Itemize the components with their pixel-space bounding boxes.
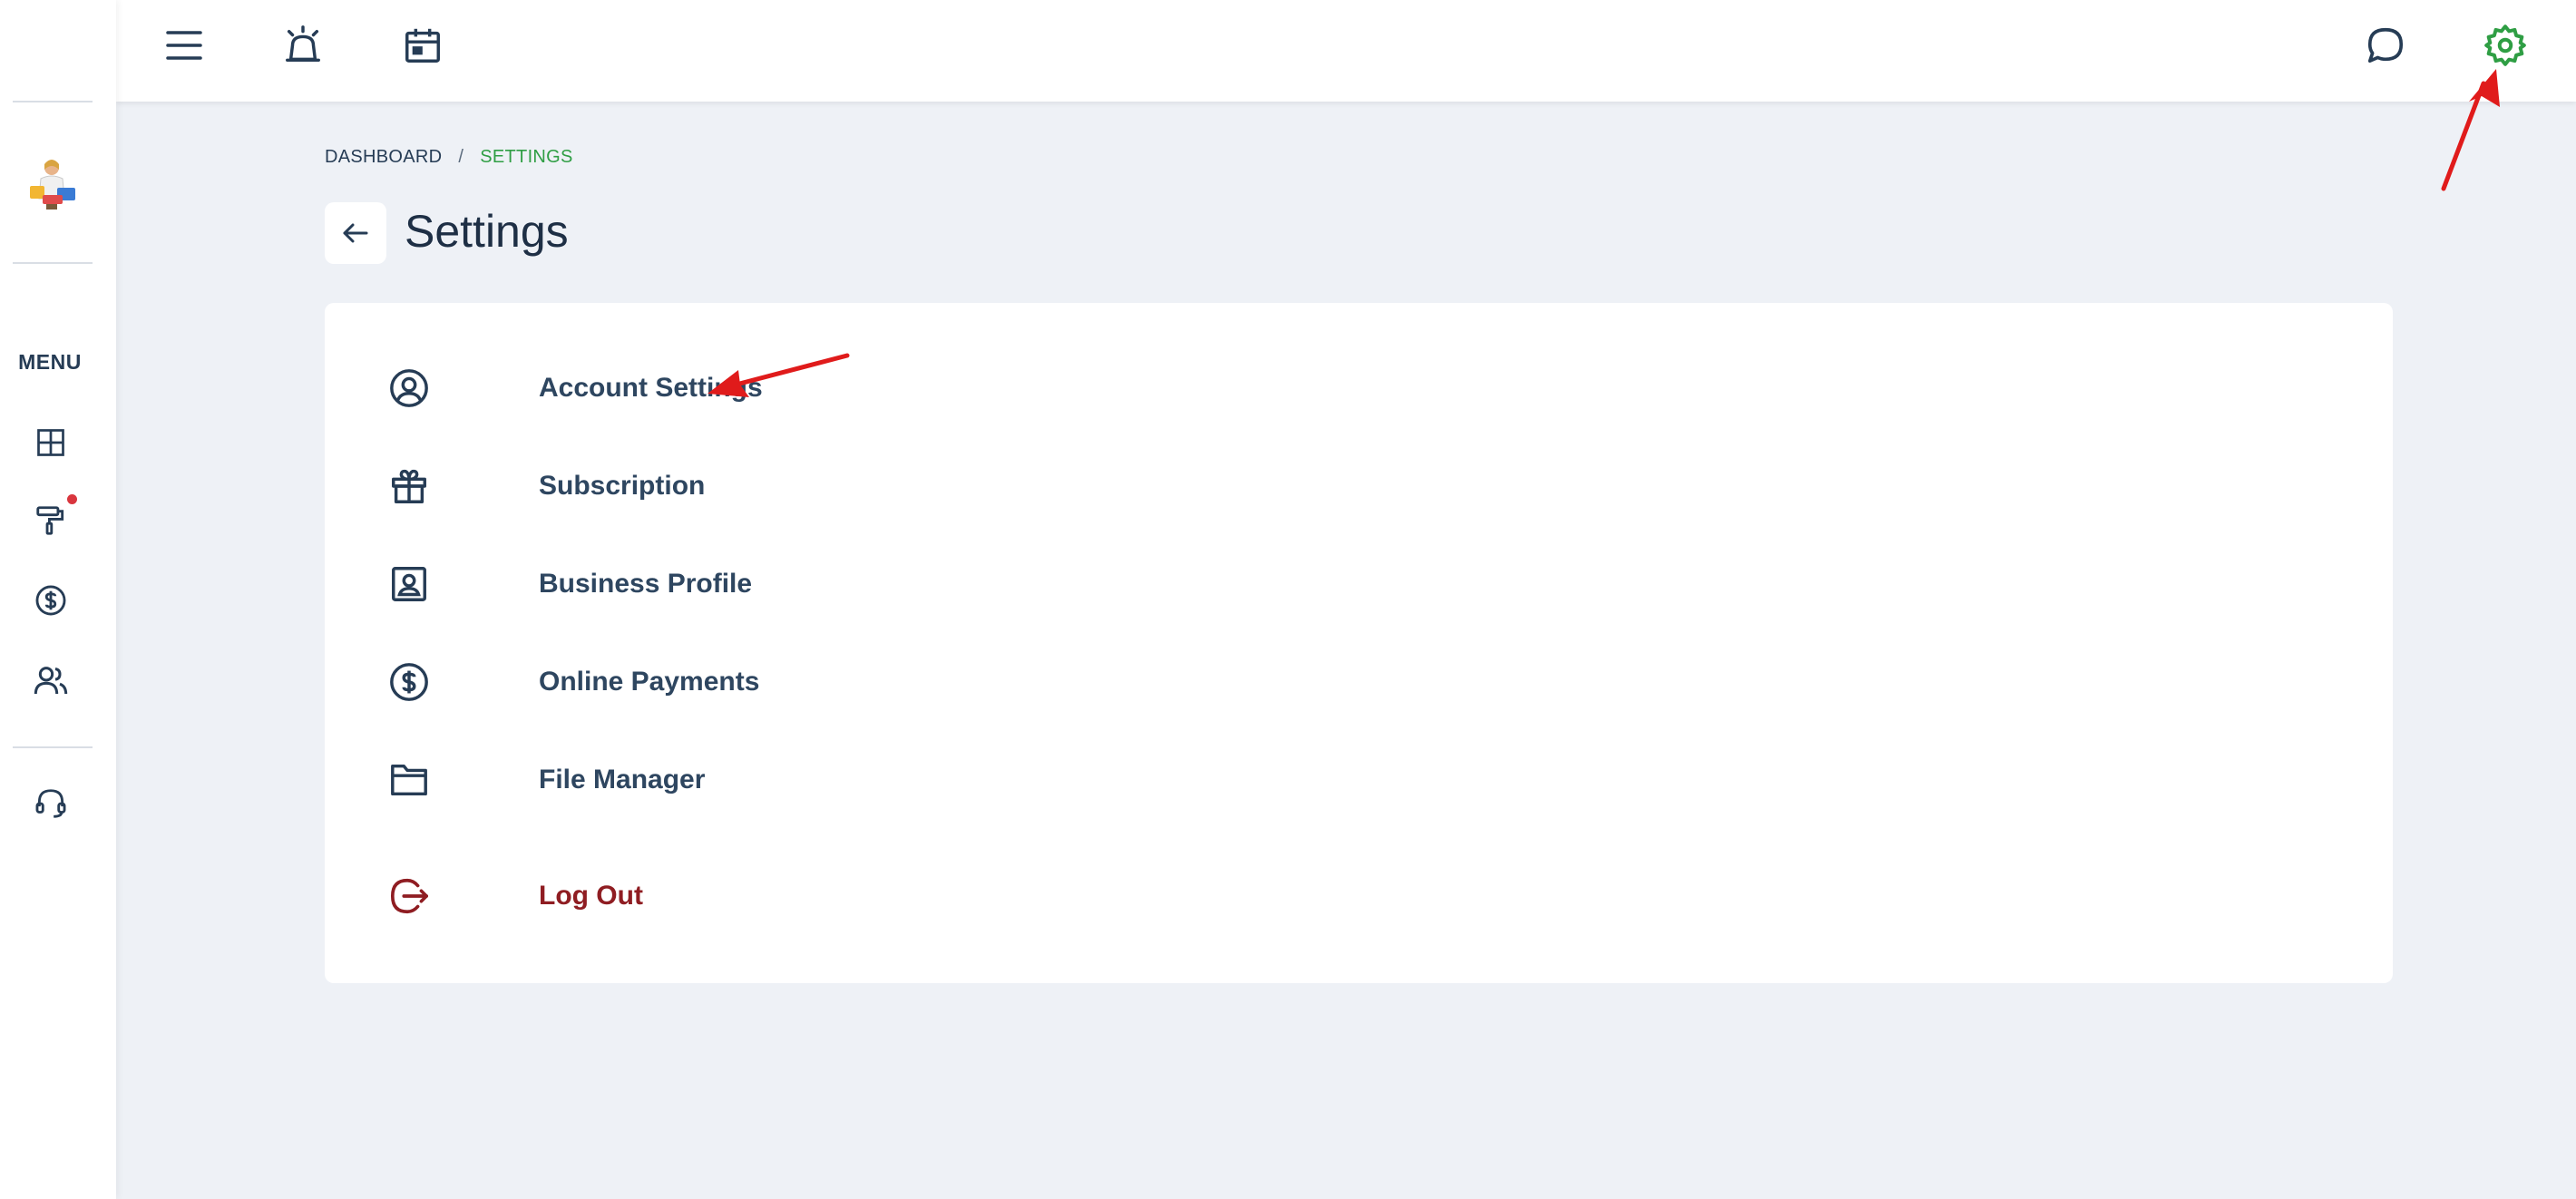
sidebar-item-dashboard[interactable] — [31, 423, 71, 463]
back-button[interactable] — [325, 202, 386, 264]
sidebar-item-payments[interactable] — [31, 580, 71, 620]
arrow-left-icon — [343, 223, 368, 243]
menu-item-label: Online Payments — [539, 667, 760, 697]
folder-icon — [391, 764, 427, 796]
settings-gear-icon — [2484, 24, 2526, 66]
menu-item-account-settings[interactable]: Account Settings — [386, 361, 763, 415]
user-circle-icon — [390, 369, 428, 407]
sidebar-divider — [13, 101, 93, 102]
page-title: Settings — [405, 206, 569, 257]
sidebar-menu-label: MENU — [18, 350, 82, 374]
menu-item-label: Business Profile — [539, 569, 753, 599]
menu-item-subscription[interactable]: Subscription — [386, 459, 705, 513]
sidebar-item-customers[interactable] — [31, 660, 71, 700]
sidebar-item-jobs[interactable] — [31, 501, 71, 541]
hamburger-menu-icon — [166, 31, 202, 60]
profile-card-icon — [392, 567, 426, 601]
chat-button[interactable] — [2360, 20, 2411, 71]
sidebar-divider — [13, 262, 93, 264]
breadcrumb-separator: / — [458, 147, 464, 167]
logout-icon — [390, 878, 428, 914]
breadcrumb-dashboard-link[interactable]: DASHBOARD — [325, 147, 442, 168]
avatar[interactable] — [26, 155, 77, 219]
dollar-circle-icon — [390, 663, 428, 701]
chat-icon — [2367, 27, 2404, 63]
sidebar-divider — [13, 746, 93, 748]
dollar-circle-icon — [35, 585, 66, 616]
menu-item-online-payments[interactable]: Online Payments — [386, 655, 759, 709]
sidebar: MENU — [0, 0, 116, 1199]
gift-icon — [392, 469, 426, 503]
breadcrumb-current: SETTINGS — [480, 147, 573, 167]
menu-item-label: Account Settings — [539, 373, 763, 403]
hamburger-menu-button[interactable] — [159, 20, 210, 71]
breadcrumb: DASHBOARD / SETTINGS — [325, 147, 573, 168]
paint-roller-icon — [36, 506, 64, 535]
menu-item-business-profile[interactable]: Business Profile — [386, 557, 752, 611]
alarm-icon — [286, 25, 320, 63]
settings-button[interactable] — [2480, 20, 2531, 71]
calendar-button[interactable] — [397, 20, 448, 71]
menu-item-label: Subscription — [539, 471, 706, 501]
menu-item-label: File Manager — [539, 765, 706, 794]
menu-item-file-manager[interactable]: File Manager — [386, 753, 705, 807]
top-bar — [116, 0, 2576, 102]
layout-grid-icon — [37, 429, 64, 456]
settings-menu-card: Account Settings Subscription Business P… — [325, 303, 2393, 983]
menu-item-label: Log Out — [539, 881, 643, 911]
notification-dot — [67, 494, 77, 504]
sidebar-item-support[interactable] — [31, 784, 71, 824]
menu-item-log-out[interactable]: Log Out — [386, 869, 643, 923]
users-icon — [34, 667, 68, 695]
alarm-button[interactable] — [278, 20, 328, 71]
calendar-icon — [405, 28, 440, 63]
headset-icon — [35, 789, 66, 818]
